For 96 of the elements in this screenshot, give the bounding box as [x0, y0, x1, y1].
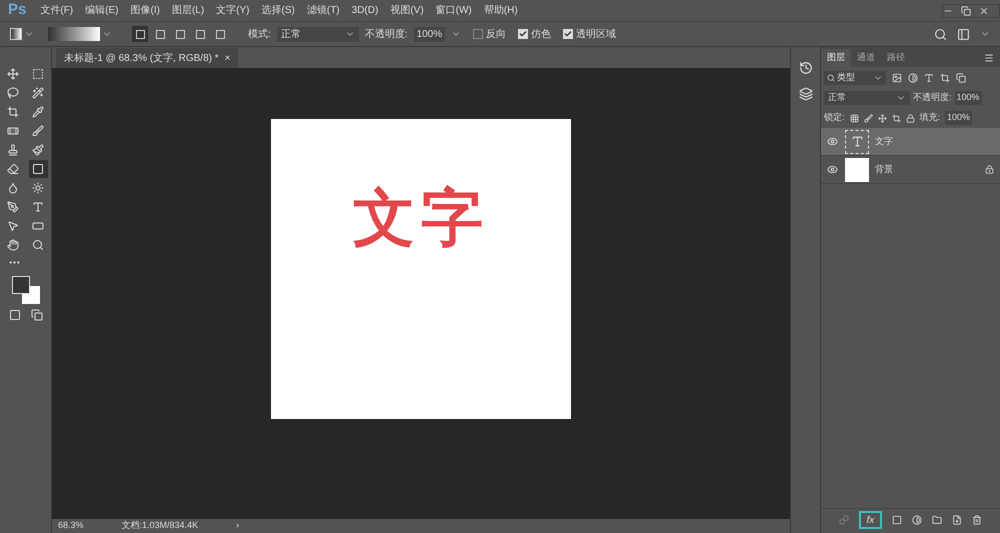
lock-brush-icon[interactable]: [864, 114, 873, 122]
text-layer-thumbnail: [845, 130, 869, 154]
checkbox[interactable]: [563, 29, 574, 39]
checkbox-label: 反向: [486, 28, 506, 42]
adjustment-filter-icon[interactable]: [908, 72, 918, 82]
color-swatches-drawing[interactable]: [10, 275, 40, 305]
search-icon[interactable]: [934, 28, 947, 40]
checkbox[interactable]: [473, 29, 484, 39]
zoom-icon: [32, 239, 44, 251]
brush-icon: [32, 125, 44, 137]
document-size: 文档:1.03M/834.4K: [122, 519, 198, 532]
type-icon: [32, 201, 44, 213]
screen-mode-icon[interactable]: [30, 309, 42, 321]
quick-mask-icon[interactable]: [8, 309, 20, 321]
image-filter-icon[interactable]: [892, 72, 902, 82]
menu-item[interactable]: 选择(S): [256, 3, 301, 18]
stamp-icon: [7, 144, 19, 156]
panel-menu-icon[interactable]: [984, 53, 994, 63]
menu-item[interactable]: 图层(L): [166, 3, 210, 18]
workspace-icon[interactable]: [957, 28, 970, 40]
hand-icon: [7, 239, 19, 251]
crop-icon: [7, 106, 19, 118]
lock-position-icon[interactable]: [878, 114, 887, 122]
opacity-field[interactable]: 100%: [414, 26, 446, 42]
menu-item[interactable]: 文字(Y): [210, 3, 256, 18]
type-filter-icon[interactable]: [924, 72, 934, 82]
smart-object-filter-icon[interactable]: [956, 72, 966, 82]
mode-dropdown[interactable]: 正常: [276, 26, 359, 42]
opacity-label: 不透明度:: [913, 91, 952, 104]
pointer-icon: [7, 220, 19, 232]
lock-label: 锁定:: [824, 111, 845, 124]
bandage-icon: [7, 125, 19, 137]
layer-thumbnail: [845, 158, 869, 182]
checkbox[interactable]: [518, 29, 528, 39]
droplet-icon: [7, 182, 19, 194]
layer-name: 背景: [875, 162, 893, 176]
eyedropper-icon: [32, 106, 44, 118]
restore-icon[interactable]: [961, 6, 971, 16]
lasso-icon: [7, 87, 19, 99]
menu-item[interactable]: 帮助(H): [478, 3, 524, 18]
gradient-swatch[interactable]: [48, 27, 100, 41]
menu-item[interactable]: 编辑(E): [79, 3, 124, 18]
folder-icon[interactable]: [932, 514, 942, 524]
pen-icon: [7, 201, 19, 213]
dodge-icon: [32, 182, 44, 194]
layer-name: 文字: [875, 134, 893, 148]
menu-item[interactable]: 视图(V): [384, 3, 430, 18]
checkbox-label: 仿色: [531, 28, 552, 42]
canvas-text: 文字: [353, 183, 489, 255]
app-logo: Ps: [7, 0, 28, 20]
blend-mode-dropdown[interactable]: 正常: [824, 91, 910, 105]
new-layer-icon[interactable]: [952, 514, 962, 524]
menu-item[interactable]: 窗口(W): [430, 3, 478, 18]
magic-wand-icon: [32, 87, 44, 99]
layer-row[interactable]: 背景: [821, 156, 1000, 184]
mask-icon[interactable]: [892, 514, 902, 524]
visibility-icon[interactable]: [827, 164, 838, 175]
checkbox-label: 透明区域: [576, 28, 616, 42]
lock-icon[interactable]: [906, 114, 915, 122]
layer-row[interactable]: 文字: [821, 128, 1000, 156]
fill-label: 填充:: [920, 111, 940, 124]
gradient-icon: [32, 163, 44, 175]
rectangle-icon: [32, 220, 44, 232]
layers-icon[interactable]: [798, 87, 812, 101]
menu-item[interactable]: 3D(D): [346, 3, 384, 18]
lock-pixels-icon[interactable]: [850, 114, 859, 122]
panel-tab[interactable]: 图层: [821, 49, 851, 67]
document-tab[interactable]: 未标题-1 @ 68.3% (文字, RGB/8) * ×: [56, 48, 238, 68]
status-arrow[interactable]: ›: [236, 519, 240, 533]
panel-tab[interactable]: 路径: [881, 49, 911, 67]
close-icon[interactable]: [979, 6, 989, 16]
history-icon[interactable]: [798, 61, 812, 75]
adjustment-icon[interactable]: [912, 514, 922, 524]
mode-label: 模式:: [248, 28, 271, 42]
zoom-level: 68.3%: [58, 519, 84, 532]
fx-button[interactable]: fx: [858, 510, 882, 528]
eraser-icon: [7, 163, 19, 175]
gradient-tool[interactable]: [28, 160, 48, 178]
search-icon: [827, 74, 835, 82]
menu-item[interactable]: 滤镜(T): [300, 3, 346, 18]
opacity-label: 不透明度:: [364, 28, 408, 42]
lock-artboard-icon[interactable]: [892, 114, 901, 122]
fill-field[interactable]: 100%: [945, 111, 972, 125]
filter-dropdown[interactable]: 类型: [824, 70, 886, 84]
gradient-type-button[interactable]: [132, 26, 148, 42]
trash-icon[interactable]: [972, 514, 982, 524]
visibility-icon[interactable]: [827, 136, 838, 147]
menu-item[interactable]: 文件(F): [34, 3, 80, 18]
move-icon: [7, 68, 19, 80]
history-brush-icon: [32, 144, 44, 156]
marquee-icon: [32, 68, 44, 80]
shape-filter-icon[interactable]: [940, 72, 950, 82]
opacity-field[interactable]: 100%: [954, 91, 982, 105]
menu-item[interactable]: 图像(I): [124, 3, 166, 18]
panel-tab[interactable]: 通道: [851, 49, 881, 67]
gradient-tool-icon[interactable]: [10, 28, 22, 40]
